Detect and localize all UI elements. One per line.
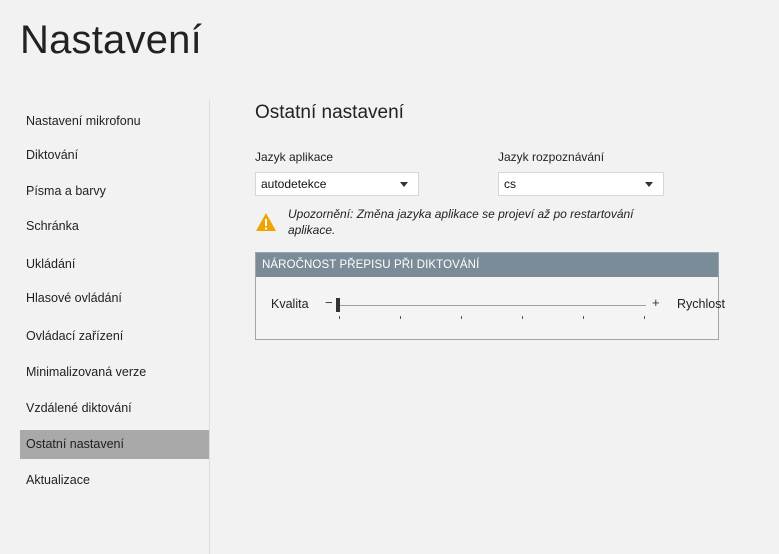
quality-label: Kvalita — [271, 297, 309, 311]
slider-tick — [339, 316, 340, 319]
slider-tick — [461, 316, 462, 319]
chevron-down-icon — [645, 182, 653, 187]
sidebar-item-minimized-version[interactable]: Minimalizovaná verze — [20, 358, 209, 387]
sidebar-item-control-device[interactable]: Ovládací zařízení — [20, 322, 209, 351]
sidebar-item-updates[interactable]: Aktualizace — [20, 466, 209, 495]
chevron-down-icon — [400, 182, 408, 187]
minus-icon: − — [325, 295, 333, 310]
speed-label: Rychlost — [677, 297, 725, 311]
app-language-value: autodetekce — [261, 177, 327, 191]
app-language-select[interactable]: autodetekce — [255, 172, 419, 196]
slider-tick — [583, 316, 584, 319]
transcription-difficulty-panel: NÁROČNOST PŘEPISU PŘI DIKTOVÁNÍ Kvalita … — [255, 252, 725, 340]
slider-track[interactable] — [337, 305, 646, 306]
slider-tick — [400, 316, 401, 319]
section-title: Ostatní nastavení — [255, 102, 404, 123]
slider-tick — [644, 316, 645, 319]
warning-text: Upozornění: Změna jazyka aplikace se pro… — [288, 206, 688, 238]
recognition-language-value: cs — [504, 177, 516, 191]
page-title: Nastavení — [20, 18, 202, 62]
sidebar: Nastavení mikrofonu Diktování Písma a ba… — [20, 100, 210, 554]
warning-icon — [256, 213, 276, 231]
plus-icon: + — [652, 295, 660, 310]
warning-text-line2: aplikace. — [288, 223, 336, 237]
sidebar-item-voice-control[interactable]: Hlasové ovládání — [20, 284, 209, 313]
sidebar-item-other-settings[interactable]: Ostatní nastavení — [20, 430, 209, 459]
panel-header: NÁROČNOST PŘEPISU PŘI DIKTOVÁNÍ — [256, 253, 718, 277]
recognition-language-label: Jazyk rozpoznávání — [498, 150, 605, 164]
slider-thumb[interactable] — [336, 298, 340, 312]
sidebar-item-microphone-settings[interactable]: Nastavení mikrofonu — [20, 107, 209, 136]
sidebar-item-fonts-colors[interactable]: Písma a barvy — [20, 177, 209, 206]
sidebar-item-remote-dictation[interactable]: Vzdálené diktování — [20, 394, 209, 423]
warning-text-line1: Upozornění: Změna jazyka aplikace se pro… — [288, 207, 634, 221]
sidebar-item-clipboard[interactable]: Schránka — [20, 212, 209, 241]
app-language-label: Jazyk aplikace — [255, 150, 334, 164]
slider-tick — [522, 316, 523, 319]
sidebar-item-dictation[interactable]: Diktování — [20, 141, 209, 170]
sidebar-item-saving[interactable]: Ukládání — [20, 250, 209, 279]
recognition-language-select[interactable]: cs — [498, 172, 664, 196]
